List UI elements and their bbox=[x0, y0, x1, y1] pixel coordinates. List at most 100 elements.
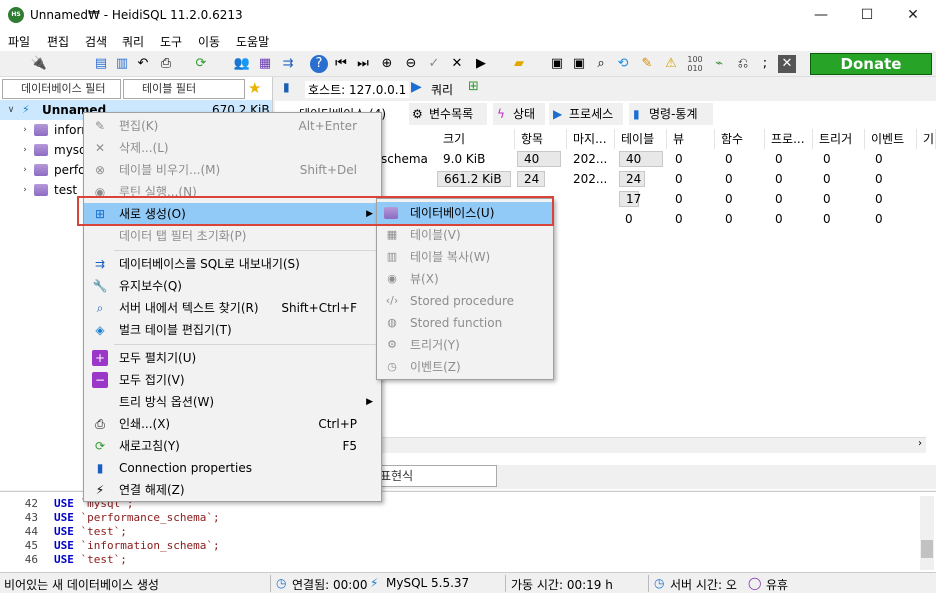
save-icon[interactable]: ▣ bbox=[548, 55, 566, 73]
first-icon[interactable]: ⏮ bbox=[332, 55, 350, 73]
import-icon[interactable]: ▦ bbox=[256, 55, 274, 73]
tab-query[interactable]: 쿼리 bbox=[431, 81, 453, 98]
menu-item-maintenance[interactable]: 🔧 유지보수(Q) bbox=[84, 275, 381, 297]
cancel-icon[interactable]: ✕ bbox=[448, 55, 466, 73]
column-header[interactable]: 크기 bbox=[437, 129, 515, 149]
run-icon[interactable]: ▶ bbox=[472, 55, 490, 73]
submenu-item-stored-function[interactable]: ◍ Stored function bbox=[377, 312, 553, 334]
menu-query[interactable]: 쿼리 bbox=[122, 33, 144, 50]
clear-icon[interactable]: ✎ bbox=[638, 55, 656, 73]
close-button[interactable]: ✕ bbox=[890, 0, 936, 31]
menu-tools[interactable]: 도구 bbox=[160, 33, 182, 50]
cell-functions[interactable]: 0 bbox=[719, 209, 733, 229]
minimize-button[interactable]: — bbox=[798, 0, 844, 31]
check-icon[interactable]: ✓ bbox=[425, 55, 443, 73]
warning-icon[interactable]: ⚠ bbox=[662, 55, 680, 73]
cell-modified[interactable]: 202... bbox=[567, 169, 607, 189]
add-icon[interactable]: ⊕ bbox=[378, 55, 396, 73]
cell-procedures[interactable]: 0 bbox=[769, 209, 783, 229]
cell-functions[interactable]: 0 bbox=[719, 149, 733, 169]
favorite-star-icon[interactable]: ★ bbox=[248, 79, 266, 97]
cell-views[interactable]: 0 bbox=[669, 209, 683, 229]
column-header[interactable]: 트리거 bbox=[813, 129, 865, 149]
submenu-item-view[interactable]: ◉ 뷰(X) bbox=[377, 268, 553, 290]
sql-log[interactable]: 42 USE `mysql`; 43 USE `performance_sche… bbox=[0, 491, 936, 572]
menu-item-reset-filter[interactable]: 데이터 탭 필터 초기화(P) bbox=[84, 225, 381, 247]
users-icon[interactable]: 👥 bbox=[233, 55, 251, 73]
chevron-right-icon[interactable]: › bbox=[20, 140, 30, 160]
paste-icon[interactable]: ▥ bbox=[113, 55, 131, 73]
vertical-scrollbar[interactable] bbox=[920, 496, 934, 570]
connect-icon[interactable]: 🔌 bbox=[30, 55, 48, 73]
cell-modified[interactable]: 202... bbox=[567, 149, 607, 169]
tab-host[interactable]: 호스트: 127.0.0.1 bbox=[305, 81, 410, 98]
cell-tables[interactable]: 17 bbox=[619, 191, 641, 207]
cell-procedures[interactable]: 0 bbox=[769, 169, 783, 189]
tab-variables[interactable]: ⚙ 변수목록 bbox=[409, 103, 487, 125]
tab-processes[interactable]: ▶ 프로세스 bbox=[549, 103, 623, 125]
export-icon[interactable]: ⇉ bbox=[279, 55, 297, 73]
database-filter-input[interactable]: 데이터베이스 필터 bbox=[2, 79, 121, 99]
cell-size[interactable]: 661.2 KiB bbox=[437, 171, 511, 187]
cell-name[interactable]: schema bbox=[375, 149, 428, 169]
submenu-item-stored-procedure[interactable]: ‹/› Stored procedure bbox=[377, 290, 553, 312]
menu-item-expand-all[interactable]: + 모두 펼치기(U) bbox=[84, 347, 381, 369]
scroll-right-icon[interactable]: › bbox=[918, 438, 922, 449]
chevron-right-icon[interactable]: › bbox=[20, 180, 30, 200]
remove-icon[interactable]: ⊖ bbox=[402, 55, 420, 73]
column-header[interactable]: 테이블 bbox=[615, 129, 667, 149]
cell-views[interactable]: 0 bbox=[669, 149, 683, 169]
cell-tables[interactable]: 24 bbox=[619, 171, 645, 187]
cell-triggers[interactable]: 0 bbox=[817, 149, 831, 169]
menu-item-print[interactable]: ⎙ 인쇄...(X) Ctrl+P bbox=[84, 413, 381, 435]
format-icon[interactable]: ⎌ bbox=[734, 55, 752, 73]
new-query-tab-icon[interactable]: ⊞ bbox=[468, 79, 479, 94]
cell-events[interactable]: 0 bbox=[869, 169, 883, 189]
undo-icon[interactable]: ↶ bbox=[134, 55, 152, 73]
menu-search[interactable]: 검색 bbox=[85, 33, 107, 50]
column-header[interactable]: 항목 bbox=[515, 129, 567, 149]
last-icon[interactable]: ⏭ bbox=[354, 55, 372, 73]
menu-item-export-sql[interactable]: ⇉ 데이터베이스를 SQL로 내보내기(S) bbox=[84, 253, 381, 275]
cell-functions[interactable]: 0 bbox=[719, 189, 733, 209]
tab-status[interactable]: ϟ 상태 bbox=[493, 103, 545, 125]
submenu-item-table[interactable]: ▦ 테이블(V) bbox=[377, 224, 553, 246]
submenu-item-trigger[interactable]: ⚙ 트리거(Y) bbox=[377, 334, 553, 356]
semicolon-icon[interactable]: ; bbox=[756, 55, 774, 73]
cell-events[interactable]: 0 bbox=[869, 209, 883, 229]
copy-icon[interactable]: ▤ bbox=[92, 55, 110, 73]
menu-item-find-text[interactable]: ⌕ 서버 내에서 텍스트 찾기(R) Shift+Ctrl+F bbox=[84, 297, 381, 319]
folder-icon[interactable]: ▰ bbox=[510, 55, 528, 73]
scroll-thumb[interactable] bbox=[921, 540, 933, 558]
cell-tables[interactable]: 40 bbox=[619, 151, 663, 167]
find-icon[interactable]: ⌕ bbox=[592, 55, 610, 73]
tab-command-stats[interactable]: ▮ 명령-통계 bbox=[629, 103, 713, 125]
menu-help[interactable]: 도움말 bbox=[236, 33, 269, 50]
menu-item-collapse-all[interactable]: − 모두 접기(V) bbox=[84, 369, 381, 391]
table-filter-input[interactable]: 테이블 필터 bbox=[123, 79, 245, 99]
cell-events[interactable]: 0 bbox=[869, 149, 883, 169]
cell-triggers[interactable]: 0 bbox=[817, 189, 831, 209]
chevron-down-icon[interactable]: ∨ bbox=[6, 100, 16, 120]
menu-item-refresh[interactable]: ⟳ 새로고침(Y) F5 bbox=[84, 435, 381, 457]
cell-procedures[interactable]: 0 bbox=[769, 189, 783, 209]
menu-item-tree-options[interactable]: 트리 방식 옵션(W) ▶ bbox=[84, 391, 381, 413]
menu-item-empty-table[interactable]: ⊗ 테이블 비우기...(M) Shift+Del bbox=[84, 159, 381, 181]
help-icon[interactable]: ? bbox=[310, 55, 328, 73]
maximize-button[interactable]: ☐ bbox=[844, 0, 890, 31]
column-header[interactable]: 기 bbox=[917, 129, 936, 149]
menu-edit[interactable]: 편집 bbox=[47, 33, 69, 50]
cell-procedures[interactable]: 0 bbox=[769, 149, 783, 169]
cell-size[interactable]: 9.0 KiB bbox=[437, 149, 485, 169]
column-header[interactable]: 이벤트 bbox=[865, 129, 917, 149]
cell-events[interactable]: 0 bbox=[869, 189, 883, 209]
cell-functions[interactable]: 0 bbox=[719, 169, 733, 189]
print-icon[interactable]: ⎙ bbox=[157, 55, 175, 73]
menu-item-edit[interactable]: ✎ 편집(K) Alt+Enter bbox=[84, 115, 381, 137]
filter-expression-input[interactable]: 표현식 bbox=[375, 465, 497, 487]
submenu-item-copy-table[interactable]: ▥ 테이블 복사(W) bbox=[377, 246, 553, 268]
wrap-icon[interactable]: ⌁ bbox=[710, 55, 728, 73]
cell-triggers[interactable]: 0 bbox=[817, 209, 831, 229]
menu-file[interactable]: 파일 bbox=[8, 33, 30, 50]
chevron-right-icon[interactable]: › bbox=[20, 160, 30, 180]
